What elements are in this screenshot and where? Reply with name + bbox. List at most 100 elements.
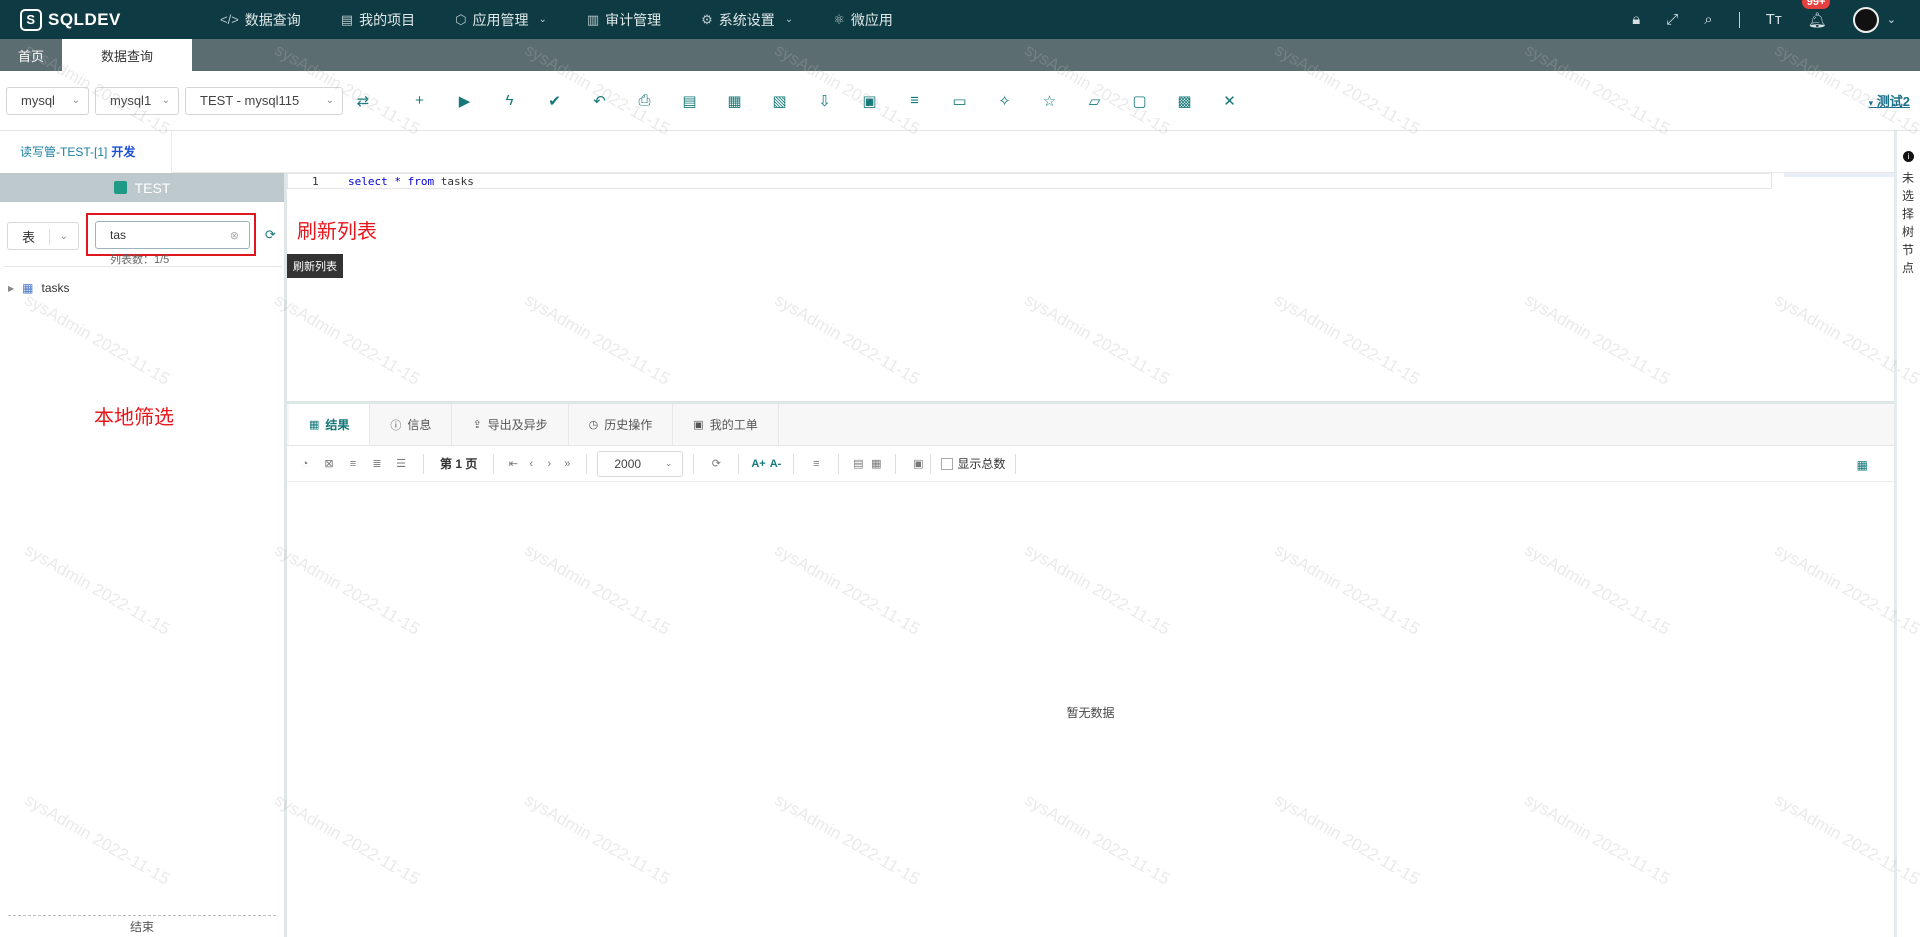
refresh-icon[interactable]: ⟳ — [265, 227, 276, 243]
save-icon[interactable]: ▢ — [1117, 92, 1162, 110]
tab-results[interactable]: ▦ 结果 — [289, 404, 371, 445]
tab-export[interactable]: ⇪ 导出及异步 — [452, 404, 569, 445]
results-toolbar: ◔ ⊠ ≡ ≣ ☰ 第 1 页 ⇤ ‹ › » 2000 ⌄ ⟳ A+ A- ≡… — [287, 446, 1894, 482]
lock-icon[interactable]: 🔒︎ — [1632, 11, 1640, 28]
connection-select[interactable]: TEST - mysql115 ⌄ — [185, 86, 343, 115]
nav-item-label: 审计管理 — [605, 11, 662, 28]
align-icon[interactable]: ≡ — [804, 458, 828, 470]
first-page-icon[interactable]: ⇤ — [504, 457, 522, 470]
magic-wand-icon[interactable]: ✧ — [982, 92, 1027, 110]
copy-icon[interactable]: ▣ — [906, 457, 930, 470]
database-icon — [113, 181, 127, 194]
tooltip: 刷新列表 — [287, 254, 343, 278]
tab-label: 历史操作 — [604, 418, 653, 432]
db-type-select[interactable]: mysql ⌄ — [6, 86, 89, 115]
show-total-checkbox[interactable] — [941, 457, 954, 470]
divider — [693, 453, 695, 474]
nav-item-label: 数据查询 — [244, 11, 301, 28]
avatar — [1852, 6, 1879, 33]
database-icon[interactable]: ≡ — [892, 92, 937, 109]
page-size-select[interactable]: 2000 ⌄ — [597, 450, 684, 477]
box-icon: ⬡ — [455, 11, 467, 27]
font-decrease-icon[interactable]: A- — [770, 458, 782, 470]
fullscreen-icon[interactable]: ⤢ — [1666, 11, 1678, 28]
divider — [423, 453, 424, 474]
minimap[interactable] — [1784, 173, 1894, 177]
database-header: TEST — [0, 173, 284, 202]
add-row-icon[interactable]: ≡ — [341, 458, 365, 470]
nav-item-my-projects[interactable]: ▤ 我的项目 — [321, 0, 435, 39]
nav-item-app-management[interactable]: ⬡ 应用管理 ⌄ — [435, 0, 567, 39]
expand-icon[interactable]: ▶ — [8, 284, 14, 293]
nav-item-label: 我的项目 — [359, 11, 416, 28]
filter-input[interactable]: tas ⊗ — [95, 221, 250, 249]
last-page-icon[interactable]: » — [558, 458, 576, 470]
refresh-icon[interactable]: ⟳ — [704, 457, 728, 470]
operator: * — [394, 175, 401, 188]
edit-row-icon[interactable]: ≣ — [365, 457, 389, 470]
download-icon[interactable]: ⇩ — [802, 92, 847, 110]
annotation-refresh: 刷新列表 — [297, 221, 377, 243]
chevron-down-icon: ⌄ — [161, 95, 170, 106]
star-icon[interactable]: ☆ — [1027, 92, 1072, 110]
tab-info[interactable]: ⓘ 信息 — [370, 404, 453, 445]
info-icon[interactable]: i — [1903, 151, 1914, 162]
commit-icon[interactable]: ✔ — [532, 92, 577, 110]
code-text: select * from tasks — [348, 175, 474, 188]
open-folder-icon[interactable]: ▱ — [1072, 92, 1117, 110]
font-size-icon[interactable]: Tт — [1766, 11, 1782, 28]
user-link[interactable]: ▾ 测试2 — [1869, 91, 1910, 110]
nav-item-micro-apps[interactable]: ⚛ 微应用 — [813, 0, 913, 39]
app-logo[interactable]: S SQLDEV — [20, 8, 200, 31]
select-value: mysql — [21, 93, 55, 108]
tab-my-tickets[interactable]: ▣ 我的工单 — [673, 404, 779, 445]
connection-tab[interactable]: 读写管-TEST-[1] 开发 — [0, 131, 172, 173]
search-icon[interactable]: ⌕ — [1704, 11, 1712, 28]
nav-item-data-query[interactable]: </> 数据查询 — [200, 0, 321, 39]
tab-data-query[interactable]: 数据查询 — [62, 39, 193, 71]
tools-icon[interactable]: ✕ — [1207, 92, 1252, 110]
table-view-icon[interactable]: ▦ — [1857, 458, 1868, 472]
sql-editor[interactable]: 1 select * from tasks 刷新列表 刷新列表 — [287, 173, 1894, 401]
next-page-icon[interactable]: › — [540, 458, 558, 470]
tab-history[interactable]: ◷ 历史操作 — [569, 404, 674, 445]
divider — [738, 453, 740, 474]
clear-icon[interactable]: ⊗ — [230, 229, 239, 242]
page-number: 第 1 页 — [440, 457, 478, 471]
tree-item[interactable]: ▶ ▦ tasks — [8, 281, 70, 295]
nav-item-settings[interactable]: ⚙ 系统设置 ⌄ — [681, 0, 813, 39]
top-navbar: S SQLDEV </> 数据查询 ▤ 我的项目 ⬡ 应用管理 ⌄ ▥ 审计管理… — [0, 0, 1920, 39]
explain-icon[interactable]: ▤ — [667, 92, 712, 110]
object-kind-select[interactable]: 表 ⌄ — [7, 222, 79, 250]
schedule-icon[interactable]: ▦ — [712, 92, 757, 110]
rollback-icon[interactable]: ↶ — [577, 92, 622, 110]
format-icon[interactable]: ⎙ — [622, 92, 667, 109]
tab-label: 我的工单 — [709, 418, 758, 432]
instance-select[interactable]: mysql1 ⌄ — [95, 86, 179, 115]
prev-page-icon[interactable]: ‹ — [522, 458, 540, 470]
table-icon[interactable]: ▣ — [847, 92, 892, 110]
filter-value: tas — [110, 228, 127, 242]
close-box-icon[interactable]: ⊠ — [317, 457, 341, 470]
run-icon[interactable]: ▶ — [442, 92, 487, 110]
tab-label: 导出及异步 — [487, 418, 548, 432]
database-name: TEST — [134, 179, 171, 196]
terminal-icon[interactable]: ▭ — [937, 92, 982, 110]
sync-icon[interactable]: ⇄ — [343, 92, 383, 110]
ticket-icon: ▣ — [693, 419, 704, 431]
nav-item-audit[interactable]: ▥ 审计管理 — [567, 0, 681, 39]
chevron-down-icon: ⌄ — [325, 95, 334, 106]
check-circle-icon[interactable]: ◔ — [293, 458, 317, 470]
add-icon[interactable]: + — [397, 92, 442, 109]
notifications[interactable]: 🔔︎ 99+ — [1801, 0, 1831, 29]
image-icon[interactable]: ▩ — [1162, 92, 1207, 110]
avatar-menu[interactable]: ⌄ — [1852, 6, 1896, 33]
layout-icon[interactable]: ▦ — [867, 457, 885, 470]
tab-home[interactable]: 首页 — [0, 39, 62, 71]
run-selected-icon[interactable]: ϟ — [487, 92, 532, 109]
toolbar-actions: + ▶ ϟ ✔ ↶ ⎙ ▤ ▦ ▧ ⇩ ▣ ≡ ▭ ✧ ☆ ▱ ▢ ▩ ✕ — [397, 92, 1252, 110]
font-increase-icon[interactable]: A+ — [751, 458, 765, 470]
column-icon[interactable]: ▤ — [849, 457, 867, 470]
clipboard-icon[interactable]: ▧ — [757, 92, 802, 110]
delete-row-icon[interactable]: ☰ — [389, 457, 413, 470]
